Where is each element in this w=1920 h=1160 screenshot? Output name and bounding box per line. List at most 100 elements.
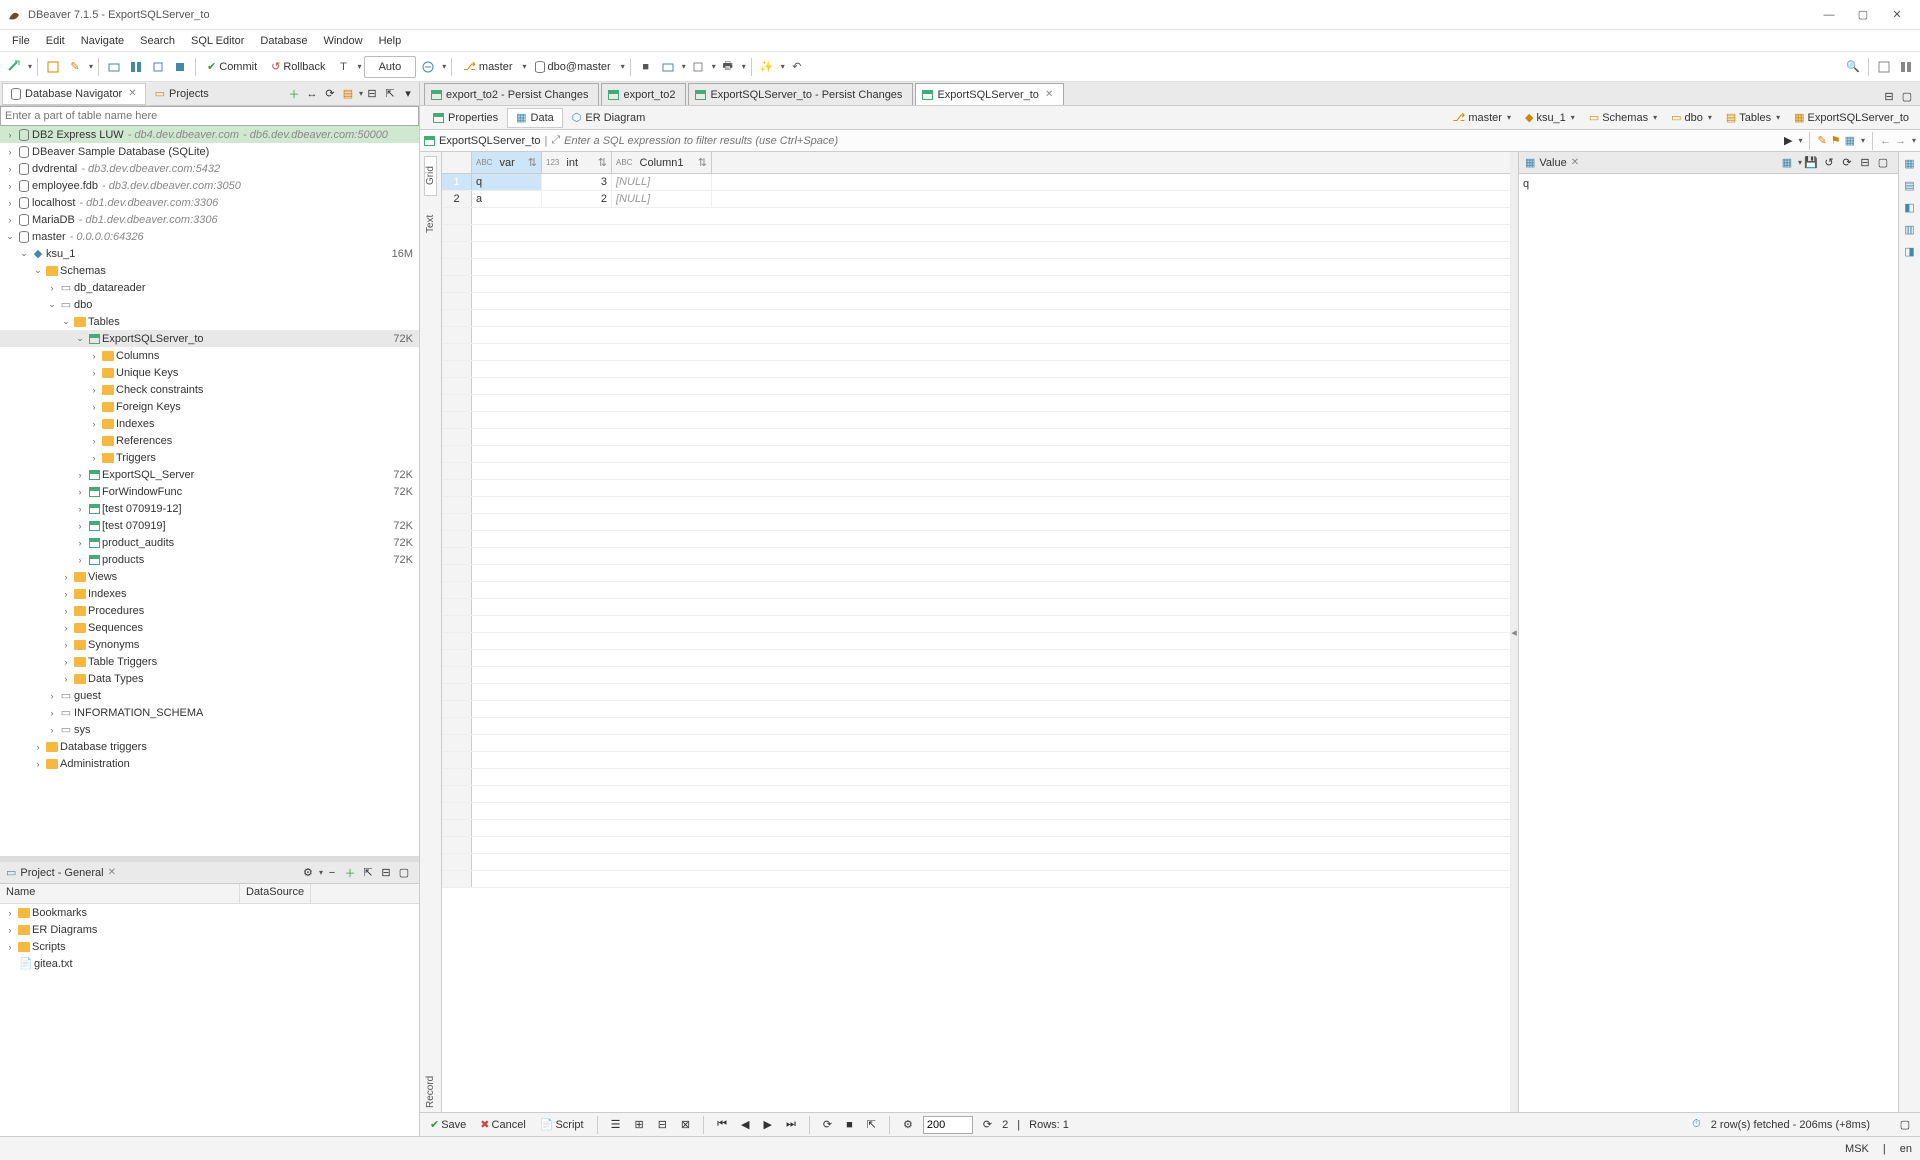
grid-row[interactable]: 1q3[NULL]: [442, 174, 1510, 191]
filter-history-icon[interactable]: ▾: [1798, 136, 1802, 145]
nav-menu-icon[interactable]: ▾: [1912, 136, 1916, 145]
tree-node[interactable]: ⌄master- 0.0.0.0:64326: [0, 228, 419, 245]
tree-node[interactable]: ›employee.fdb- db3.dev.dbeaver.com:3050: [0, 177, 419, 194]
breadcrumb-item[interactable]: ▦ExportSQLServer_to: [1787, 109, 1916, 127]
dropdown-icon[interactable]: ▾: [742, 62, 746, 71]
tree-node[interactable]: ›▭INFORMATION_SCHEMA: [0, 704, 419, 721]
nav-arrow-icon[interactable]: ↔: [303, 85, 321, 103]
tree-node[interactable]: ⌄▭dbo: [0, 296, 419, 313]
panel-icon[interactable]: ▥: [1899, 218, 1920, 240]
sql-editor-icon[interactable]: ✎: [65, 57, 85, 77]
tree-node[interactable]: ›Procedures: [0, 602, 419, 619]
editor-tab[interactable]: export_to2: [601, 83, 686, 105]
fetch-size-input[interactable]: [923, 1116, 973, 1134]
tree-node[interactable]: ⌄Tables: [0, 313, 419, 330]
close-icon[interactable]: ✕: [108, 867, 116, 878]
sort-icon[interactable]: ⇅: [528, 156, 537, 169]
tree-node[interactable]: ›[test 070919]72K: [0, 517, 419, 534]
expand-icon[interactable]: ⤢: [551, 134, 560, 147]
results-grid[interactable]: ABC var⇅ 123 int⇅ ABC Column1⇅ 1q3[NULL]…: [442, 152, 1510, 1112]
editor-tab[interactable]: ExportSQLServer_to✕: [915, 83, 1064, 105]
stop-icon[interactable]: ■: [636, 57, 656, 77]
dropdown-icon[interactable]: ▾: [712, 62, 716, 71]
tree-node[interactable]: ›Columns: [0, 347, 419, 364]
save-button[interactable]: ✔Save: [426, 1116, 470, 1134]
col-int-header[interactable]: 123 int⇅: [542, 152, 612, 173]
save-value-icon[interactable]: 💾: [1802, 154, 1820, 172]
panels-icon[interactable]: ▦: [1845, 134, 1855, 147]
tree-node[interactable]: ›Triggers: [0, 449, 419, 466]
close-icon[interactable]: ✕: [1571, 157, 1579, 168]
dropdown-icon[interactable]: ▾: [28, 62, 32, 71]
col-datasource[interactable]: DataSource: [240, 884, 311, 903]
link-icon[interactable]: ⇱: [359, 864, 377, 882]
isolation-icon[interactable]: [418, 57, 438, 77]
max-icon[interactable]: ▢: [395, 864, 413, 882]
sort-icon[interactable]: ⇅: [698, 156, 707, 169]
menu-help[interactable]: Help: [371, 33, 410, 49]
record-mode[interactable]: Record: [425, 1072, 436, 1112]
collapse-icon[interactable]: ⊟: [363, 85, 381, 103]
value-content[interactable]: q: [1519, 174, 1898, 1112]
tree-node[interactable]: ›Sequences: [0, 619, 419, 636]
panel-icon[interactable]: ◧: [1899, 196, 1920, 218]
new-conn-icon[interactable]: [4, 57, 24, 77]
project-item[interactable]: ›ER Diagrams: [0, 921, 419, 938]
dropdown-icon[interactable]: ▾: [89, 62, 93, 71]
menu-navigate[interactable]: Navigate: [73, 33, 132, 49]
tree-node[interactable]: ›Unique Keys: [0, 364, 419, 381]
editor-tab[interactable]: export_to2 - Persist Changes: [424, 83, 599, 105]
dropdown-icon[interactable]: ▾: [621, 62, 625, 71]
database-tree[interactable]: ›DB2 Express LUW- db4.dev.dbeaver.com- d…: [0, 126, 419, 856]
dropdown-icon[interactable]: ▾: [781, 62, 785, 71]
panel-icon[interactable]: ▤: [1899, 174, 1920, 196]
grid-row[interactable]: 2a2[NULL]: [442, 191, 1510, 208]
next-icon[interactable]: ▶: [760, 1116, 776, 1134]
data-tab[interactable]: ▦Data: [507, 108, 563, 128]
import-icon[interactable]: [688, 57, 708, 77]
tx-pend-icon[interactable]: [148, 57, 168, 77]
menu-database[interactable]: Database: [252, 33, 315, 49]
refresh-icon[interactable]: ⟳: [819, 1116, 836, 1134]
breadcrumb-item[interactable]: ⎇master▾: [1446, 109, 1518, 127]
sort-icon[interactable]: ⇅: [598, 156, 607, 169]
tx-icon[interactable]: [104, 57, 124, 77]
gear-icon[interactable]: ⚙: [299, 864, 317, 882]
menu-file[interactable]: File: [4, 33, 38, 49]
tx-log-icon[interactable]: [126, 57, 146, 77]
tree-node[interactable]: ›Check constraints: [0, 381, 419, 398]
tree-filter-input[interactable]: [0, 106, 419, 126]
grid-mode[interactable]: Grid: [424, 156, 437, 196]
dropdown-icon[interactable]: ▾: [523, 62, 527, 71]
tree-node[interactable]: ›DB2 Express LUW- db4.dev.dbeaver.com- d…: [0, 126, 419, 143]
add-row-icon[interactable]: ⊞: [630, 1116, 647, 1134]
tree-node[interactable]: ›ExportSQL_Server72K: [0, 466, 419, 483]
del-row-icon[interactable]: ⊠: [677, 1116, 694, 1134]
tree-node[interactable]: ›product_audits72K: [0, 534, 419, 551]
prev-icon[interactable]: ◀: [737, 1116, 753, 1134]
breadcrumb-item[interactable]: ▭Schemas▾: [1582, 109, 1664, 127]
tree-node-selected[interactable]: ⌄ExportSQLServer_to72K: [0, 330, 419, 347]
custom-filter-icon[interactable]: ✎: [1817, 134, 1826, 147]
plus-icon[interactable]: ＋: [341, 864, 359, 882]
script-button[interactable]: 📄Script: [536, 1116, 588, 1134]
apply-filter-icon[interactable]: ▶: [1784, 134, 1792, 147]
tree-node[interactable]: ›Table Triggers: [0, 653, 419, 670]
rollback-button[interactable]: ↺Rollback: [265, 57, 331, 77]
collapse-icon[interactable]: ⊟: [377, 864, 395, 882]
tree-node[interactable]: ›MariaDB- db1.dev.dbeaver.com:3306: [0, 211, 419, 228]
min-icon[interactable]: ⊟: [1856, 154, 1874, 172]
refresh-icon[interactable]: ⟳: [321, 85, 339, 103]
properties-tab[interactable]: Properties: [424, 108, 507, 128]
corner-cell[interactable]: [442, 152, 472, 173]
nav-back-icon[interactable]: ←: [1880, 135, 1891, 147]
nav-fwd-icon[interactable]: →: [1895, 135, 1906, 147]
autoapply-icon[interactable]: ⟳: [1838, 154, 1856, 172]
tree-node[interactable]: ›Foreign Keys: [0, 398, 419, 415]
project-item[interactable]: ›Scripts: [0, 938, 419, 955]
breadcrumb-item[interactable]: ▭dbo▾: [1664, 109, 1719, 127]
tree-node[interactable]: ›▭db_datareader: [0, 279, 419, 296]
tree-node[interactable]: ›▭sys: [0, 721, 419, 738]
minus-icon[interactable]: −: [323, 864, 341, 882]
navigator-tab[interactable]: Database Navigator✕: [2, 83, 146, 105]
